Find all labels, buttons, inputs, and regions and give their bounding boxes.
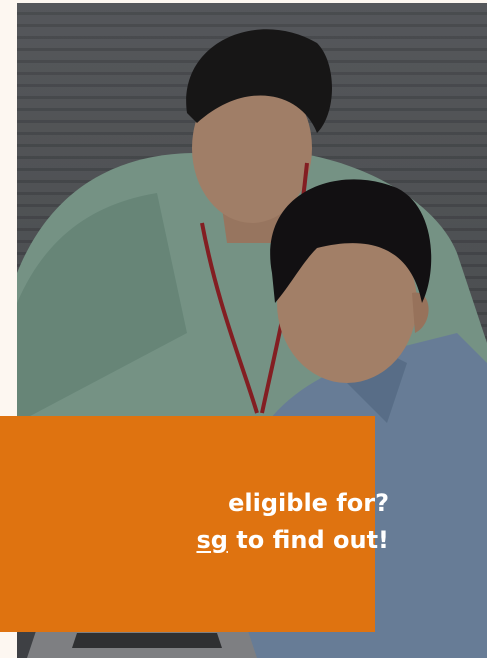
cta-question: eligible for? xyxy=(228,489,389,517)
cta-line-2: sg to find out! xyxy=(196,522,389,559)
cta-link[interactable]: sg xyxy=(196,526,227,554)
cta-banner-text: eligible for? sg to find out! xyxy=(196,485,389,559)
cta-line-2-rest: to find out! xyxy=(227,526,389,554)
